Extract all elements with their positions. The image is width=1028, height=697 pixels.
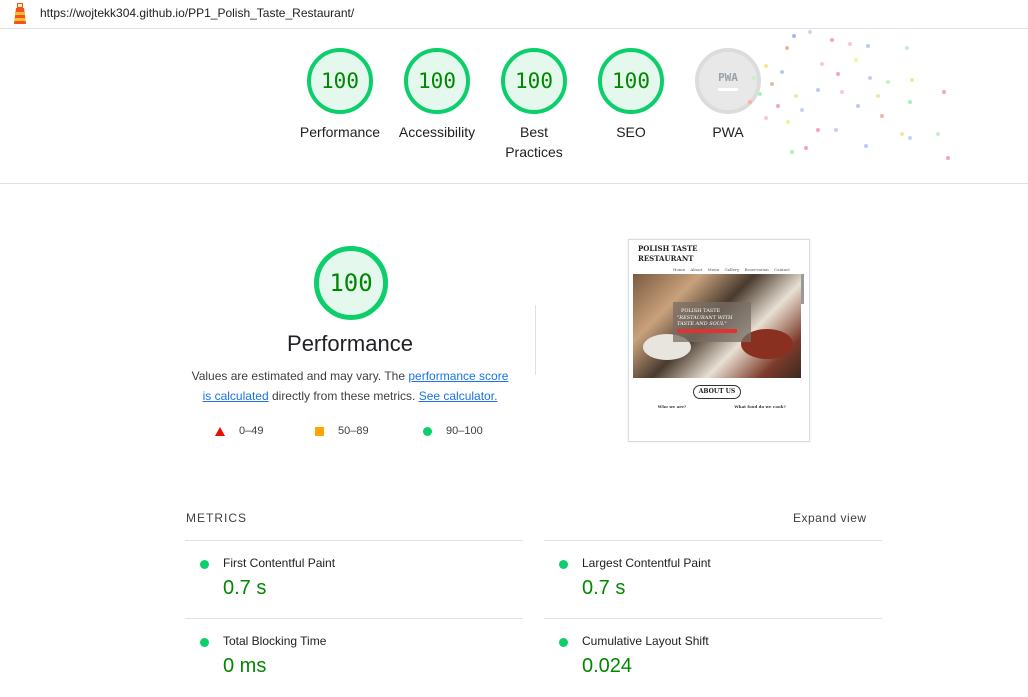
- hero-line1: POLISH TASTE: [681, 308, 721, 314]
- expand-view-toggle[interactable]: Expand view: [793, 511, 867, 525]
- thumb-site-title: POLISH TASTE RESTAURANT: [638, 244, 698, 263]
- confetti-decoration: [740, 28, 960, 168]
- pass-circle-icon: [423, 426, 432, 436]
- metric-value: 0 ms: [223, 655, 267, 677]
- metric-name: Largest Contentful Paint: [582, 556, 711, 570]
- metric-lcp: Largest Contentful Paint 0.7 s: [544, 540, 882, 619]
- metric-value: 0.7 s: [223, 577, 267, 599]
- desc-text: directly from these metrics.: [268, 389, 419, 403]
- metric-cls: Cumulative Layout Shift 0.024: [544, 618, 882, 697]
- legend-label: 50–89: [338, 425, 369, 437]
- thumb-about-button: ABOUT US: [693, 385, 741, 399]
- score-ring: 100: [307, 48, 373, 114]
- pass-circle-icon: [200, 638, 209, 647]
- performance-title: Performance: [287, 331, 413, 356]
- legend-fail: 0–49: [215, 425, 263, 437]
- thumb-col-title: What food do we cook?: [734, 404, 786, 409]
- page-url[interactable]: https://wojtekk304.github.io/PP1_Polish_…: [40, 6, 354, 20]
- pass-circle-icon: [559, 560, 568, 569]
- score-ring: 100: [598, 48, 664, 114]
- gauge-label: Performance: [299, 124, 381, 140]
- pass-circle-icon: [200, 560, 209, 569]
- thumb-col-title: Who we are?: [657, 404, 687, 409]
- url-bar: https://wojtekk304.github.io/PP1_Polish_…: [0, 0, 1028, 29]
- score-ring: 100: [501, 48, 567, 114]
- thumb-col-left: Who we are?: [635, 404, 709, 409]
- lighthouse-logo-icon: [14, 3, 26, 24]
- gauge-best-practices[interactable]: 100 Best Practices: [489, 48, 579, 162]
- metric-name: First Contentful Paint: [223, 556, 336, 570]
- desc-text: Values are estimated and may vary. The: [191, 369, 409, 383]
- pwa-dash: [718, 88, 738, 91]
- metric-value: 0.024: [582, 655, 633, 677]
- metric-fcp: First Contentful Paint 0.7 s: [185, 540, 523, 619]
- performance-score-ring: 100: [314, 246, 388, 320]
- header-divider: [0, 183, 1028, 184]
- gauge-label: Best Practices: [505, 124, 563, 160]
- gauge-accessibility[interactable]: 100 Accessibility: [392, 48, 482, 142]
- gauge-seo[interactable]: 100 SEO: [586, 48, 676, 142]
- fail-triangle-icon: [215, 426, 225, 436]
- pass-circle-icon: [559, 638, 568, 647]
- thumb-col-right: What food do we cook?: [723, 404, 797, 409]
- gauge-performance[interactable]: 100 Performance: [295, 48, 385, 142]
- metrics-heading: METRICS: [186, 511, 247, 525]
- section-divider: [535, 305, 536, 375]
- metric-value: 0.7 s: [582, 577, 626, 599]
- pwa-badge-text: PWA: [718, 71, 738, 84]
- legend-average: 50–89: [315, 425, 369, 437]
- score-ring: 100: [404, 48, 470, 114]
- legend-label: 90–100: [446, 425, 483, 437]
- thumb-hero-image: POLISH TASTE "RESTAURANT WITH TASTE AND …: [633, 274, 801, 378]
- hero-line2: "RESTAURANT WITH TASTE AND SOUL": [677, 315, 733, 327]
- hero-red-text: [677, 329, 737, 333]
- see-calculator-link[interactable]: See calculator.: [419, 389, 498, 403]
- metric-name: Cumulative Layout Shift: [582, 634, 709, 648]
- gauge-label: SEO: [616, 124, 646, 140]
- metric-tbt: Total Blocking Time 0 ms: [185, 618, 523, 697]
- performance-description: Values are estimated and may vary. The p…: [186, 366, 514, 406]
- metric-name: Total Blocking Time: [223, 634, 327, 648]
- average-square-icon: [315, 426, 324, 436]
- legend-pass: 90–100: [423, 425, 483, 437]
- final-screenshot-thumbnail[interactable]: POLISH TASTE RESTAURANT Home About Menu …: [628, 239, 810, 442]
- legend-label: 0–49: [239, 425, 264, 437]
- gauge-label: Accessibility: [398, 124, 476, 140]
- thumb-nav: Home About Menu Gallery Reservation Cont…: [673, 267, 790, 272]
- thumb-scrollbar: [801, 274, 804, 304]
